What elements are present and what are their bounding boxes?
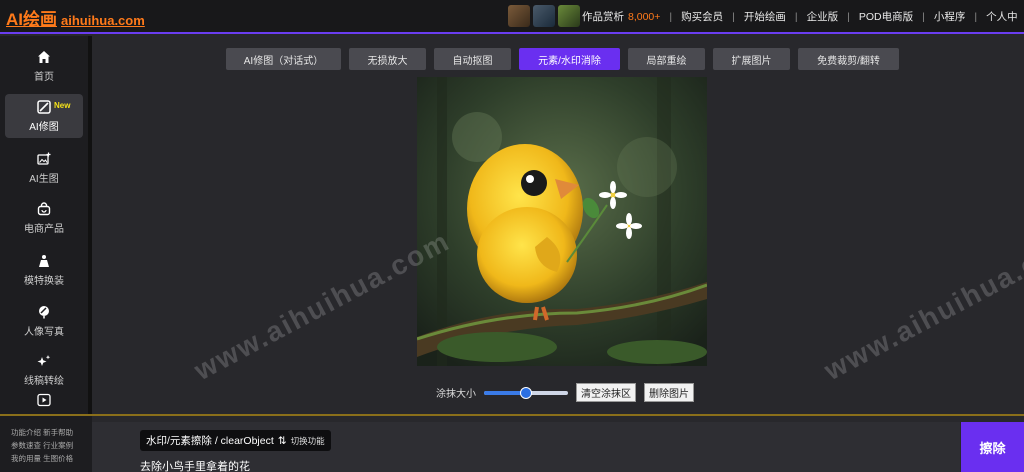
sidebar-item-label: AI生图 xyxy=(29,174,59,185)
link-help[interactable]: 新手帮助 xyxy=(43,428,73,437)
clear-mask-button[interactable]: 清空涂抹区 xyxy=(576,383,636,402)
edit-canvas[interactable] xyxy=(417,77,707,366)
bottom-divider xyxy=(0,414,1024,416)
sidebar-item-label: AI修图 xyxy=(29,122,59,133)
switch-function-link[interactable]: 切换功能 xyxy=(291,435,325,447)
watermark: www.aihuihua.com xyxy=(819,225,1024,387)
dress-icon xyxy=(36,253,52,269)
link-cases[interactable]: 行业案例 xyxy=(43,441,73,450)
link-pricing[interactable]: 生图价格 xyxy=(43,454,73,463)
mode-label: 水印/元素擦除 / clearObject xyxy=(146,435,274,447)
brush-controls: 涂抹大小 清空涂抹区 删除图片 xyxy=(436,383,694,402)
sidebar-item-ai-generate[interactable]: AI生图 xyxy=(5,146,83,190)
sidebar-item-ai-edit[interactable]: AI修图 New xyxy=(5,94,83,138)
bag-icon xyxy=(36,201,52,217)
watermark: www.aihuihua.com xyxy=(189,225,455,387)
magic-edit-icon xyxy=(36,99,52,115)
sidebar-item-model-outfit[interactable]: 模特换装 xyxy=(5,248,83,292)
sidebar-item-label: 模特换装 xyxy=(24,276,64,287)
tab-object-watermark-removal[interactable]: 元素/水印消除 xyxy=(519,48,620,70)
mode-tag[interactable]: 水印/元素擦除 / clearObject ⇅ 切换功能 xyxy=(140,430,331,451)
nav-buy-member[interactable]: 购买会员 xyxy=(681,9,723,24)
prompt-input[interactable]: 去除小鸟手里拿着的花 xyxy=(140,458,250,472)
erase-submit-button[interactable]: 擦除 xyxy=(961,422,1024,472)
tool-tabs: AI修图（对话式） 无损放大 自动抠图 元素/水印消除 局部重绘 扩展图片 免费… xyxy=(226,48,899,70)
delete-image-button[interactable]: 删除图片 xyxy=(644,383,694,402)
top-header: AI绘画 aihuihua.com 作品赏析 8,000+ | 购买会员 | 开始… xyxy=(0,0,1024,34)
video-icon xyxy=(36,392,52,408)
nav-miniprogram[interactable]: 小程序 xyxy=(934,9,966,24)
sidebar-item-home[interactable]: 首页 xyxy=(5,44,83,88)
nav-start-drawing[interactable]: 开始绘画 xyxy=(744,9,786,24)
sidebar-item-label: 线稿转绘 xyxy=(24,376,64,387)
showcase-thumb[interactable] xyxy=(508,5,530,27)
nav-pod[interactable]: POD电商版 xyxy=(859,9,913,24)
showcase-thumb[interactable] xyxy=(558,5,580,27)
sidebar-item-label: 电商产品 xyxy=(24,224,64,235)
sidebar-item-label: 人像写真 xyxy=(24,327,64,338)
sidebar-divider xyxy=(88,36,92,414)
sidebar-item-portrait[interactable]: 人像写真 xyxy=(5,299,83,343)
portrait-icon xyxy=(36,304,52,320)
tab-auto-cutout[interactable]: 自动抠图 xyxy=(434,48,511,70)
top-nav: 作品赏析 8,000+ | 购买会员 | 开始绘画 | 企业版 | POD电商版 … xyxy=(582,9,1018,24)
nav-showcase[interactable]: 作品赏析 8,000+ xyxy=(582,9,660,24)
logo-domain[interactable]: aihuihua.com xyxy=(61,13,145,28)
showcase-thumb[interactable] xyxy=(533,5,555,27)
sidebar: 首页 AI修图 New AI生图 电商产品 模特换装 人像写真 线稿转绘 xyxy=(0,36,88,414)
sidebar-item-label: 首页 xyxy=(34,72,54,83)
sidebar-item-lineart[interactable]: 线稿转绘 xyxy=(5,348,83,392)
sparkle-icon xyxy=(36,353,52,369)
tab-crop-flip[interactable]: 免费裁剪/翻转 xyxy=(798,48,899,70)
logo[interactable]: AI绘画 aihuihua.com xyxy=(6,5,145,30)
brush-size-handle[interactable] xyxy=(520,386,532,399)
tab-ai-edit-chat[interactable]: AI修图（对话式） xyxy=(226,48,341,70)
tab-inpaint[interactable]: 局部重绘 xyxy=(628,48,705,70)
brush-size-slider[interactable] xyxy=(484,386,568,399)
prompt-panel: 水印/元素擦除 / clearObject ⇅ 切换功能 去除小鸟手里拿着的花 xyxy=(92,422,960,472)
nav-user-center[interactable]: 个人中 xyxy=(986,9,1018,24)
link-usage[interactable]: 我的用量 xyxy=(11,454,41,463)
logo-text[interactable]: AI绘画 xyxy=(6,5,57,30)
nav-enterprise[interactable]: 企业版 xyxy=(807,9,839,24)
showcase-thumbnails[interactable] xyxy=(508,5,580,27)
sidebar-item-ecommerce[interactable]: 电商产品 xyxy=(5,196,83,240)
chick-image xyxy=(417,77,707,366)
home-icon xyxy=(36,49,52,65)
link-params[interactable]: 参数速查 xyxy=(11,441,41,450)
brush-size-label: 涂抹大小 xyxy=(436,389,476,400)
new-badge: New xyxy=(54,101,71,110)
image-plus-icon xyxy=(36,151,52,167)
footer-links: 功能介绍 新手帮助 参数速查 行业案例 我的用量 生图价格 xyxy=(0,416,92,472)
tab-outpaint[interactable]: 扩展图片 xyxy=(713,48,790,70)
sidebar-item-video[interactable] xyxy=(5,392,83,414)
swap-icon: ⇅ xyxy=(277,434,287,447)
showcase-count: 8,000+ xyxy=(628,11,661,23)
tab-lossless-upscale[interactable]: 无损放大 xyxy=(349,48,426,70)
link-features[interactable]: 功能介绍 xyxy=(11,428,41,437)
